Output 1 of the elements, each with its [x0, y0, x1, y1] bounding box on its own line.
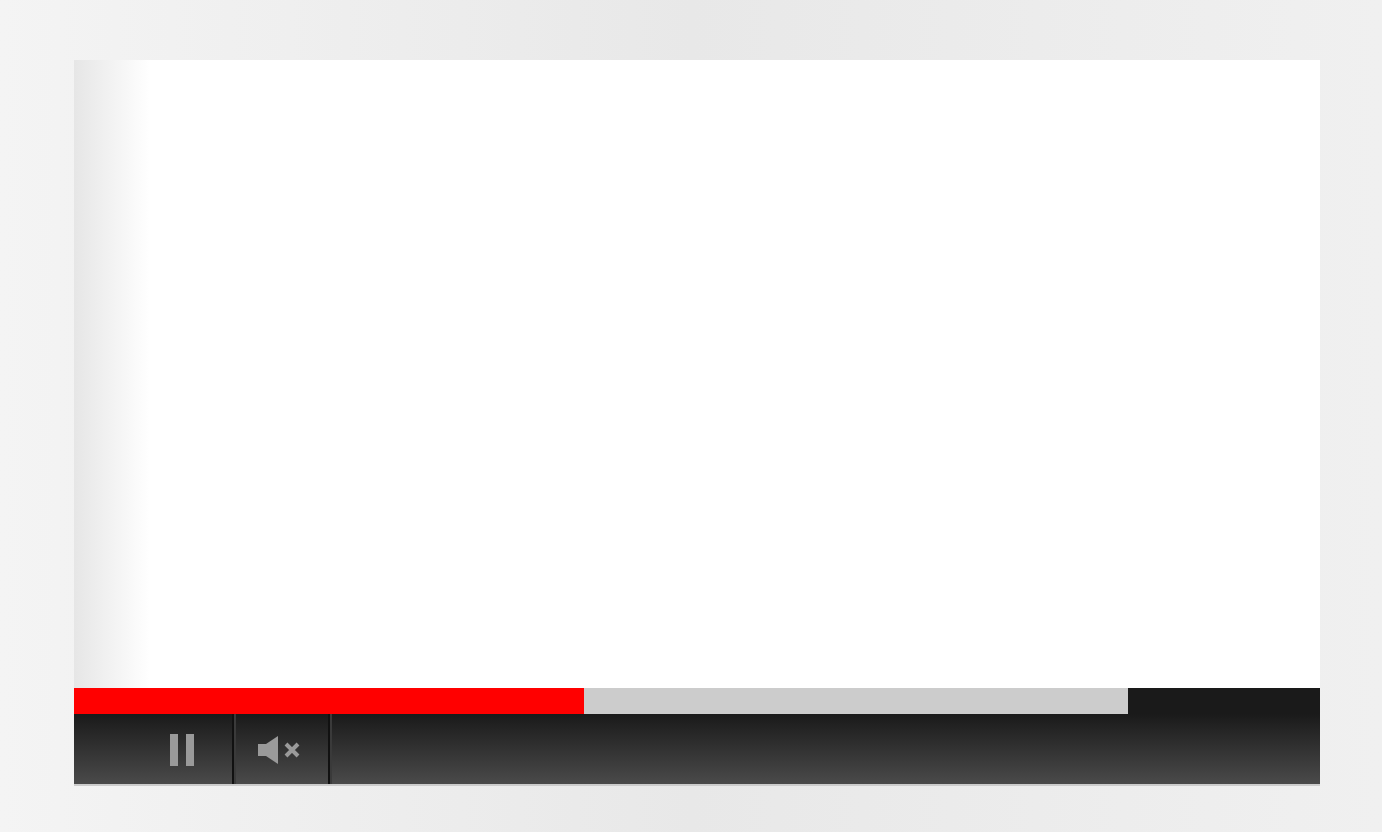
progress-track[interactable] [74, 688, 1320, 714]
